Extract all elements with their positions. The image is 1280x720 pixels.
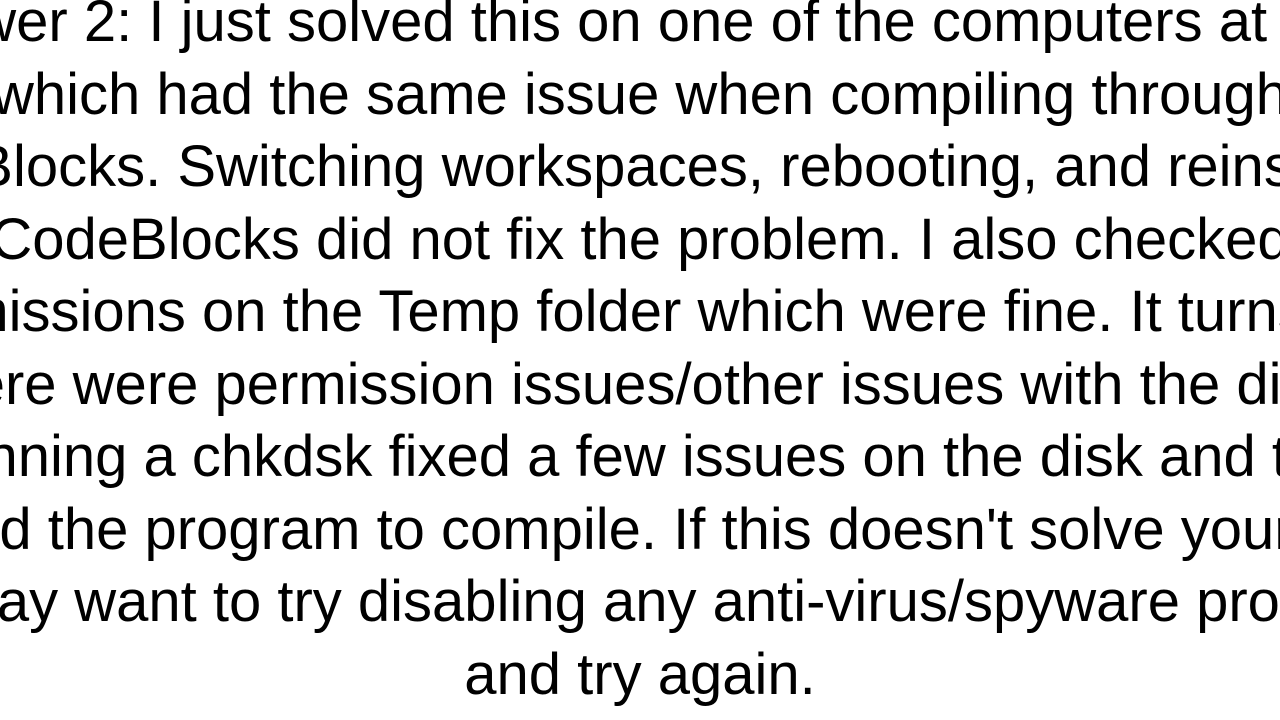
answer-body-text: Answer 2: I just solved this on one of t…: [0, 0, 1280, 711]
text-viewport: Answer 2: I just solved this on one of t…: [0, 0, 1280, 720]
